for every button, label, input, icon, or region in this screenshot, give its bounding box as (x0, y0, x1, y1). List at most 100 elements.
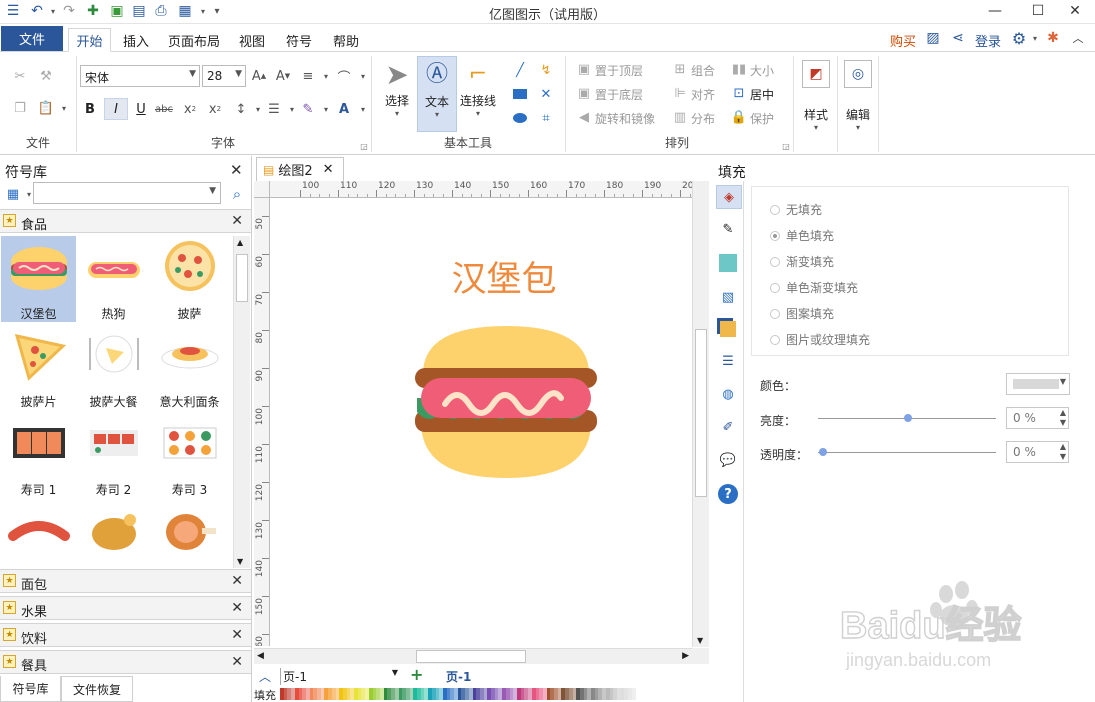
symbol-ham[interactable] (152, 500, 227, 566)
fill-option-solid-gradient[interactable]: 单色渐变填充 (770, 279, 858, 296)
close-category-icon[interactable]: ✕ (231, 627, 243, 643)
canvas-vertical-scrollbar[interactable]: ▼ (692, 181, 709, 647)
color-swatch[interactable] (365, 688, 369, 700)
scroll-down-icon[interactable]: ▼ (697, 636, 703, 645)
attachment-icon[interactable]: ✐ (718, 417, 738, 437)
tab-home[interactable]: 开始 (68, 28, 111, 52)
color-swatch[interactable] (409, 688, 414, 700)
symbol-hamburger[interactable]: 汉堡包 (1, 236, 76, 322)
scroll-down-icon[interactable]: ▼ (237, 557, 243, 566)
ellipse-tool-icon[interactable] (510, 108, 530, 128)
customize-toolbar-icon[interactable]: ▾ (208, 2, 226, 20)
symbol-spaghetti[interactable]: 意大利面条 (152, 324, 227, 410)
share-image-icon[interactable]: ▨ (924, 29, 942, 47)
format-painter-icon[interactable]: ⚒ (36, 66, 56, 86)
color-swatch[interactable] (528, 688, 532, 700)
tab-help[interactable]: 帮助 (326, 28, 366, 52)
search-icon[interactable]: ⌕ (227, 184, 247, 204)
scroll-thumb[interactable] (695, 329, 707, 497)
fill-tool-icon[interactable]: ◈ (716, 185, 742, 209)
highlight-dropdown-icon[interactable]: ▾ (316, 99, 336, 119)
tab-view[interactable]: 视图 (232, 28, 272, 52)
close-window-button[interactable]: ✕ (1060, 0, 1090, 22)
close-category-icon[interactable]: ✕ (231, 654, 243, 670)
minimize-button[interactable]: — (980, 0, 1010, 22)
color-swatch[interactable] (513, 688, 517, 700)
new-document-icon[interactable]: ✚ (84, 2, 102, 20)
brightness-slider-handle[interactable] (904, 414, 912, 422)
paste-dropdown-icon[interactable]: ▾ (54, 98, 74, 118)
page-tab[interactable]: 页-1 (446, 668, 471, 685)
brightness-input[interactable]: 0 % ▲ ▼ (1006, 407, 1069, 429)
symbol-sushi-1[interactable]: 寿司 1 (1, 412, 76, 498)
color-swatch[interactable] (291, 688, 295, 700)
bullet-list-icon[interactable]: ☰ (264, 99, 284, 119)
tab-file[interactable]: 文件 (1, 26, 63, 51)
category-header-food[interactable]: ★ 食品 ✕ (0, 209, 251, 233)
connector-tool-button[interactable]: ⌐ 连接线 ▾ (458, 58, 498, 130)
fill-option-picture-texture[interactable]: 图片或纹理填充 (770, 331, 870, 348)
transparency-slider[interactable] (818, 452, 996, 453)
tab-symbol[interactable]: 符号 (279, 28, 319, 52)
text-tool-button[interactable]: Ⓐ 文本 ▾ (417, 56, 457, 132)
settings-dropdown-icon[interactable]: ▾ (1026, 29, 1044, 47)
color-swatch[interactable] (439, 688, 443, 700)
comment-icon[interactable]: 💬 (718, 450, 738, 470)
symbol-pizza-slice[interactable]: 披萨片 (1, 324, 76, 410)
color-picker[interactable]: ▼ (1006, 373, 1070, 395)
color-swatch[interactable] (557, 688, 562, 700)
canvas-title-text[interactable]: 汉堡包 (271, 251, 737, 302)
spinner-arrows-icon[interactable]: ▲ ▼ (1060, 408, 1066, 428)
category-header-fruit[interactable]: ★ 水果 ✕ (0, 596, 251, 620)
collapse-ribbon-icon[interactable]: ︿ (1069, 29, 1087, 47)
color-swatch[interactable] (305, 688, 310, 700)
login-link[interactable]: 登录 (975, 31, 1001, 50)
close-symbol-library-icon[interactable]: ✕ (230, 161, 243, 179)
layer-icon[interactable] (718, 319, 738, 339)
font-family-select[interactable]: 宋体 ▼ (80, 65, 200, 87)
canvas-horizontal-scrollbar[interactable]: ◀ ▶ (254, 648, 692, 664)
symbol-sushi-2[interactable]: 寿司 2 (76, 412, 151, 498)
scroll-thumb[interactable] (236, 254, 248, 302)
symbol-pizza-meal[interactable]: 披萨大餐 (76, 324, 151, 410)
line-tool-icon[interactable]: ╱ (510, 60, 530, 80)
style-button[interactable]: ◩ 样式 ▾ (799, 60, 833, 144)
italic-icon[interactable]: I (104, 98, 128, 120)
decrease-font-icon[interactable]: A ▼ (273, 66, 293, 86)
scroll-thumb[interactable] (416, 650, 526, 663)
close-category-icon[interactable]: ✕ (231, 600, 243, 616)
document-tab[interactable]: ▤ 绘图2 ✕ (256, 157, 344, 181)
tab-insert[interactable]: 插入 (116, 28, 156, 52)
color-swatch[interactable] (483, 688, 488, 700)
text-path-dropdown-icon[interactable]: ▾ (353, 66, 373, 86)
close-document-icon[interactable]: ✕ (323, 162, 334, 177)
color-swatch[interactable] (498, 688, 503, 700)
font-color-dropdown-icon[interactable]: ▾ (353, 99, 373, 119)
app-menu-icon[interactable]: ☰ (4, 2, 22, 20)
curve-connector-icon[interactable]: ↯ (536, 60, 556, 80)
color-swatch[interactable] (379, 688, 384, 700)
rectangle-tool-icon[interactable] (510, 84, 530, 104)
color-swatch[interactable] (424, 688, 429, 700)
maximize-button[interactable]: ☐ (1023, 0, 1053, 22)
category-header-drinks[interactable]: ★ 饮料 ✕ (0, 623, 251, 647)
drawing-page[interactable]: 汉堡包 (271, 199, 692, 646)
print-icon[interactable]: ⎙ (152, 2, 170, 20)
data-properties-icon[interactable]: ☰ (718, 351, 738, 371)
cut-icon[interactable]: ✂ (10, 66, 30, 86)
color-swatch[interactable] (320, 688, 325, 700)
open-document-icon[interactable]: ▣ (108, 2, 126, 20)
font-size-select[interactable]: 28 ▼ (202, 65, 246, 87)
cross-point-icon[interactable]: ✕ (536, 84, 556, 104)
buy-link[interactable]: 购买 (890, 31, 916, 50)
save-icon[interactable]: ▤ (130, 2, 148, 20)
help-icon[interactable]: ? (718, 484, 738, 504)
color-swatch[interactable] (350, 688, 355, 700)
theme-icon[interactable]: ✱ (1044, 29, 1062, 47)
tab-symbol-library[interactable]: 符号库 (0, 676, 61, 702)
transparency-input[interactable]: 0 % ▲ ▼ (1006, 441, 1069, 463)
color-swatch[interactable] (572, 688, 577, 700)
category-header-bread[interactable]: ★ 面包 ✕ (0, 569, 251, 593)
fill-option-gradient[interactable]: 渐变填充 (770, 253, 834, 270)
image-icon[interactable]: ▧ (718, 287, 738, 307)
